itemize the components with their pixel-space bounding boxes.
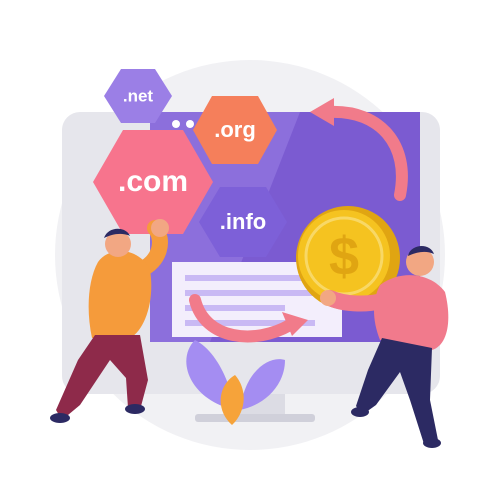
person-left-shirt (88, 251, 152, 338)
domain-names-illustration: .net .org .com .info $ (50, 60, 449, 450)
text-line (185, 275, 305, 281)
toolbar-dot (172, 120, 180, 128)
person-right-shoe (351, 407, 369, 417)
hex-net-label: .net (123, 86, 154, 105)
person-right-shoe (423, 438, 441, 448)
person-right-arm (322, 290, 393, 312)
hex-info-label: .info (220, 209, 266, 234)
toolbar-dot (186, 120, 194, 128)
monitor-base (195, 414, 315, 422)
coin-symbol: $ (329, 226, 359, 286)
hex-org-label: .org (214, 117, 256, 142)
person-left-shoe (50, 413, 70, 423)
person-right-hand (320, 290, 336, 306)
person-left-shoe (125, 404, 145, 414)
hex-com-label: .com (118, 165, 188, 198)
person-left-hand (151, 219, 169, 237)
text-line (185, 290, 325, 296)
